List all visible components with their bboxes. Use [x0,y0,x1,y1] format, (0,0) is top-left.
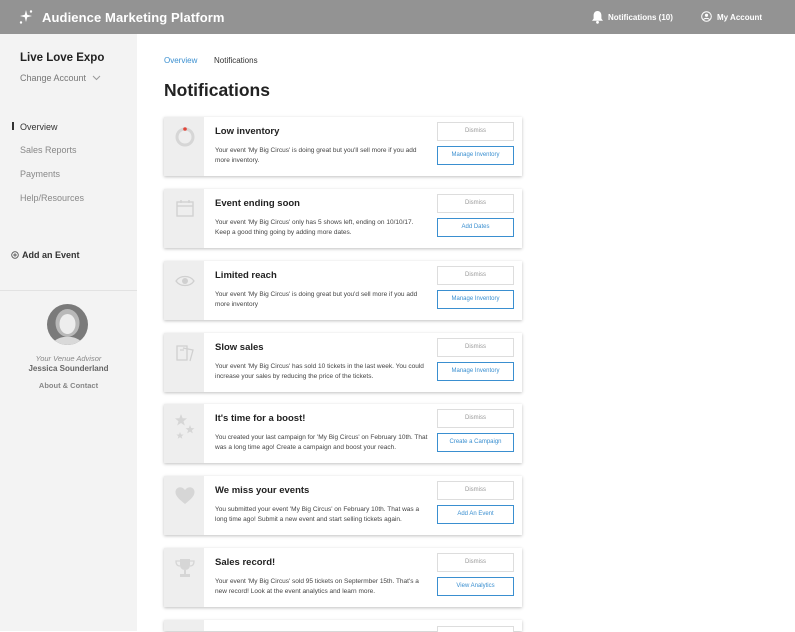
user-circle-icon [701,11,712,22]
advisor-label: Your Venue Advisor [35,354,102,363]
dismiss-button[interactable]: Dismiss [437,338,514,357]
about-contact-link[interactable]: About & Contact [0,381,137,390]
dismiss-button[interactable]: Dismiss [437,553,514,572]
sparkle-logo-icon [19,10,33,24]
tickets-icon [176,345,194,362]
account-name: Live Love Expo [20,52,105,64]
notification-description: Your event 'My Big Circus' only has 5 sh… [215,219,414,236]
notification-card: Low inventory Your event 'My Big Circus'… [164,117,522,176]
sidebar: Live Love Expo Change Account Overview S… [0,34,137,631]
sidebar-item-help-resources[interactable]: Help/Resources [20,193,84,203]
notification-card: We miss your events You submitted your e… [164,476,522,535]
dismiss-button[interactable]: Dismiss [437,409,514,428]
notification-title: It's time for a boost! [215,413,306,424]
advisor-name: Jessica Sounderland [28,364,109,373]
create-campaign-button[interactable]: Create a Campaign [437,433,514,452]
notification-card: Event ending soon Your event 'My Big Cir… [164,189,522,248]
advisor-avatar [47,304,88,345]
notification-description: Your event 'My Big Circus' has sold 10 t… [215,363,424,380]
notification-title: We miss your events [215,485,310,496]
add-dates-button[interactable]: Add Dates [437,218,514,237]
change-account-label: Change Account [20,73,87,83]
plus-circle-icon [11,251,19,259]
notification-card [164,620,522,632]
change-account-dropdown[interactable]: Change Account [20,73,101,83]
dismiss-button[interactable]: Dismiss [437,481,514,500]
add-an-event-button[interactable]: Add An Event [437,505,514,524]
view-analytics-button[interactable]: View Analytics [437,577,514,596]
eye-icon [175,275,195,287]
notification-title: Low inventory [215,126,280,137]
sidebar-divider [0,290,137,291]
notification-title: Slow sales [215,342,264,353]
manage-inventory-button[interactable]: Manage Inventory [437,362,514,381]
dismiss-button[interactable]: Dismiss [437,122,514,141]
page-title: Notifications [164,80,270,100]
notification-description: Your event 'My Big Circus' sold 95 ticke… [215,578,419,595]
app-title: Audience Marketing Platform [42,10,225,25]
notification-card: Slow sales Your event 'My Big Circus' ha… [164,333,522,392]
ring-icon [175,127,195,147]
notification-description: You submitted your event 'My Big Circus'… [215,506,420,523]
notification-description: You created your last campaign for 'My B… [215,434,428,451]
notification-title: Sales record! [215,557,276,568]
notification-title: Limited reach [215,270,277,281]
heart-icon [175,487,195,504]
dismiss-button[interactable]: Dismiss [437,194,514,213]
notification-card: Limited reach Your event 'My Big Circus'… [164,261,522,320]
sidebar-item-sales-reports[interactable]: Sales Reports [20,145,77,155]
add-event-label: Add an Event [22,250,80,260]
active-nav-indicator [12,122,14,130]
my-account-label: My Account [717,13,763,22]
notification-card: Sales record! Your event 'My Big Circus'… [164,548,522,607]
sidebar-item-payments[interactable]: Payments [20,169,60,179]
notifications-label: Notifications (10) [608,13,673,22]
notification-title: Event ending soon [215,198,300,209]
notification-card: It's time for a boost! You created your … [164,404,522,463]
stars-icon [175,414,195,439]
sidebar-item-overview[interactable]: Overview [20,122,58,132]
dismiss-button[interactable] [437,626,514,632]
manage-inventory-button[interactable]: Manage Inventory [437,146,514,165]
calendar-icon [176,200,194,217]
tab-overview[interactable]: Overview [164,56,197,65]
trophy-icon [175,559,195,577]
notification-description: Your event 'My Big Circus' is doing grea… [215,291,418,308]
chevron-down-icon [92,75,101,81]
top-bar: Audience Marketing Platform Notification… [0,0,795,34]
notification-description: Your event 'My Big Circus' is doing grea… [215,147,417,164]
bell-icon [592,11,603,24]
tab-notifications[interactable]: Notifications [214,56,258,65]
manage-inventory-button[interactable]: Manage Inventory [437,290,514,309]
dismiss-button[interactable]: Dismiss [437,266,514,285]
